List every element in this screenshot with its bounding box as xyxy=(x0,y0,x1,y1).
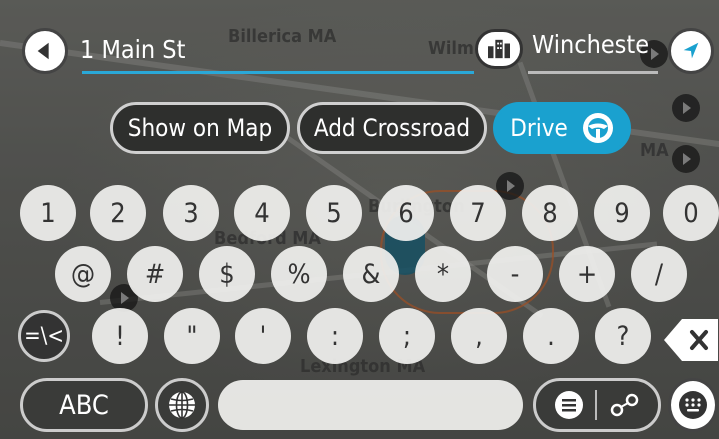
key-hash[interactable]: # xyxy=(127,246,183,302)
search-underline xyxy=(82,71,474,74)
key-3[interactable]: 3 xyxy=(163,185,219,241)
current-location-button[interactable] xyxy=(668,28,714,74)
drive-button[interactable]: Drive xyxy=(493,102,631,154)
key-9[interactable]: 9 xyxy=(594,185,650,241)
results-view-toggle[interactable] xyxy=(533,378,661,432)
back-arrow-icon xyxy=(37,42,49,60)
list-icon xyxy=(554,391,583,419)
city-underline xyxy=(528,71,658,74)
add-crossroad-button[interactable]: Add Crossroad xyxy=(297,102,487,154)
key-plus[interactable]: + xyxy=(559,246,615,302)
key-1[interactable]: 1 xyxy=(20,185,76,241)
key-5[interactable]: 5 xyxy=(306,185,362,241)
space-bar[interactable] xyxy=(218,380,523,430)
key-question[interactable]: ? xyxy=(595,308,651,364)
key-comma[interactable]: , xyxy=(451,308,507,364)
key-slash[interactable]: / xyxy=(631,246,687,302)
keyboard-toggle-button[interactable] xyxy=(668,378,718,432)
navigation-arrow-icon xyxy=(683,42,699,59)
symbols-toggle-key[interactable]: =\< xyxy=(18,310,70,362)
key-2[interactable]: 2 xyxy=(90,185,146,241)
key-semicolon[interactable]: ; xyxy=(379,308,435,364)
abc-keyboard-button[interactable]: ABC xyxy=(20,378,148,432)
address-search-input[interactable] xyxy=(80,30,460,68)
key-8[interactable]: 8 xyxy=(522,185,578,241)
globe-icon xyxy=(169,391,195,419)
key-colon[interactable]: : xyxy=(307,308,363,364)
key-percent[interactable]: % xyxy=(271,246,327,302)
key-period[interactable]: . xyxy=(523,308,579,364)
key-0[interactable]: 0 xyxy=(663,185,719,241)
key-exclamation[interactable]: ! xyxy=(92,308,148,364)
key-at[interactable]: @ xyxy=(55,246,111,302)
backspace-icon[interactable] xyxy=(662,316,719,364)
key-minus[interactable]: - xyxy=(487,246,543,302)
key-ampersand[interactable]: & xyxy=(343,246,399,302)
language-button[interactable] xyxy=(155,378,209,432)
back-button[interactable] xyxy=(22,28,68,74)
key-7[interactable]: 7 xyxy=(450,185,506,241)
key-6[interactable]: 6 xyxy=(378,185,434,241)
city-buildings-icon xyxy=(488,39,510,59)
keyboard-icon xyxy=(679,391,707,419)
city-button[interactable] xyxy=(475,29,523,69)
key-asterisk[interactable]: * xyxy=(415,246,471,302)
show-on-map-button[interactable]: Show on Map xyxy=(110,102,290,154)
map-pin-icon xyxy=(611,393,639,417)
key-dollar[interactable]: $ xyxy=(199,246,255,302)
key-4[interactable]: 4 xyxy=(234,185,290,241)
key-double-quote[interactable]: " xyxy=(164,308,220,364)
city-field[interactable]: Winchester, xyxy=(532,30,650,59)
key-apostrophe[interactable]: ' xyxy=(235,308,291,364)
steering-wheel-icon xyxy=(582,113,613,143)
